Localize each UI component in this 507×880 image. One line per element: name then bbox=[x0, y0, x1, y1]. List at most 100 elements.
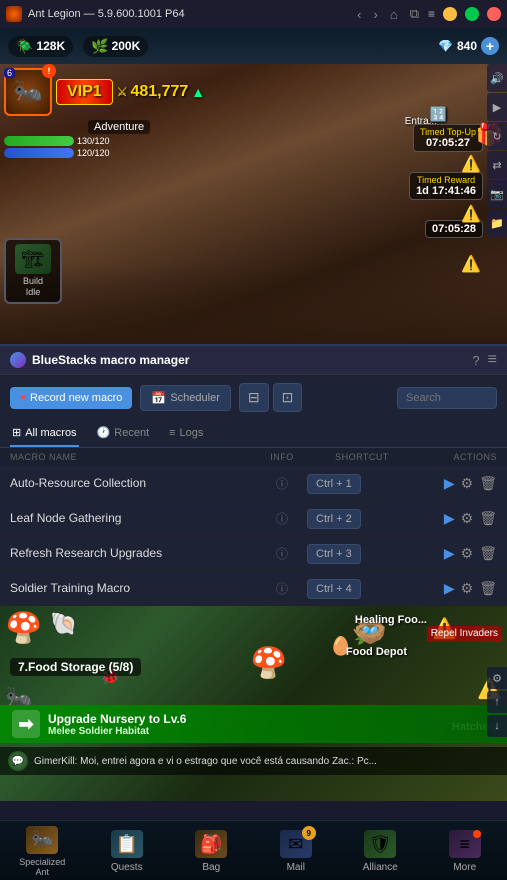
tab-all-macros[interactable]: ⊞ All macros bbox=[10, 420, 79, 447]
specialized-ant-icon: 🐜 bbox=[26, 826, 58, 854]
minimize-button[interactable] bbox=[443, 7, 457, 21]
leaf-icon: 🌿 bbox=[91, 38, 108, 55]
quests-icon: 📋 bbox=[111, 830, 143, 858]
upgrade-sub-label: Melee Soldier Habitat bbox=[48, 726, 186, 737]
macro-shortcut-3[interactable]: Ctrl + 4 bbox=[307, 579, 417, 597]
settings-gear-icon[interactable]: ⚙ bbox=[487, 667, 507, 689]
adventure-label[interactable]: Adventure bbox=[88, 120, 150, 134]
food-depot-label[interactable]: Food Depot bbox=[346, 646, 407, 658]
home-button[interactable]: ⌂ bbox=[387, 7, 401, 22]
chat-bar[interactable]: 💬 GimerKill: Moi, entrei agora e vi o es… bbox=[0, 747, 507, 775]
play-button-3[interactable]: ▶ bbox=[444, 580, 455, 597]
timer-misc-value: 07:05:28 bbox=[432, 223, 476, 235]
calendar-icon: 📅 bbox=[151, 391, 166, 405]
macro-name-2[interactable]: Refresh Research Upgrades bbox=[10, 546, 257, 560]
menu-button[interactable]: ≡ bbox=[428, 7, 435, 21]
delete-button-2[interactable]: 🗑 bbox=[479, 545, 497, 562]
macro-name-0[interactable]: Auto-Resource Collection bbox=[10, 476, 257, 490]
leaf-resource[interactable]: 🌿 200K bbox=[83, 36, 148, 57]
play-button-1[interactable]: ▶ bbox=[444, 510, 455, 527]
nav-item-specialized-ant[interactable]: 🐜 SpecializedAnt bbox=[0, 821, 85, 880]
chat-message: GimerKill: Moi, entrei agora e vi o estr… bbox=[34, 756, 377, 767]
settings-button-3[interactable]: ⚙ bbox=[461, 580, 474, 597]
macro-table-header: MACRO NAME INFO SHORTCUT ACTIONS bbox=[0, 448, 507, 466]
nav-label-specialized-ant: SpecializedAnt bbox=[19, 858, 65, 878]
diamond-resource[interactable]: 💎 840 + bbox=[438, 37, 499, 55]
macro-name-3[interactable]: Soldier Training Macro bbox=[10, 581, 257, 595]
record-new-macro-button[interactable]: ● Record new macro bbox=[10, 387, 132, 409]
back-button[interactable]: ‹ bbox=[354, 7, 364, 22]
nav-label-bag: Bag bbox=[202, 862, 220, 873]
nav-item-quests[interactable]: 📋 Quests bbox=[85, 821, 170, 880]
macro-tabs: ⊞ All macros 🕐 Recent ≡ Logs bbox=[0, 420, 507, 448]
delete-button-1[interactable]: 🗑 bbox=[479, 510, 497, 527]
macro-name-1[interactable]: Leaf Node Gathering bbox=[10, 511, 257, 525]
build-idle-button[interactable]: 🏗 BuildIdle bbox=[4, 238, 62, 304]
tab-recent[interactable]: 🕐 Recent bbox=[95, 420, 152, 447]
game-viewport-bottom[interactable]: 🍄 🐚 🪺 🥚 🐜 🐞 ⚠️ ⚠️ 🍄 Healing Foo... Food … bbox=[0, 606, 507, 801]
add-diamond-button[interactable]: + bbox=[481, 37, 499, 55]
play-button-2[interactable]: ▶ bbox=[444, 545, 455, 562]
repel-invaders-button[interactable]: Repel Invaders bbox=[427, 626, 502, 642]
healing-label[interactable]: Healing Foo... bbox=[355, 614, 427, 626]
arrow-down-icon[interactable]: ↓ bbox=[487, 715, 507, 737]
record-dot-icon: ● bbox=[20, 392, 26, 403]
nav-item-alliance[interactable]: 🛡 Alliance bbox=[338, 821, 423, 880]
camera-icon[interactable]: 📷 bbox=[487, 180, 507, 208]
folder-icon[interactable]: 📁 bbox=[487, 209, 507, 237]
upgrade-banner[interactable]: ➡ Upgrade Nursery to Lv.6 Melee Soldier … bbox=[0, 705, 507, 743]
gold-resource[interactable]: 🪲 128K bbox=[8, 36, 73, 57]
maximize-button[interactable] bbox=[465, 7, 479, 21]
side-right-icons: ⚙ ↑ ↓ bbox=[487, 667, 507, 737]
arrow-up-icon[interactable]: ↑ bbox=[487, 691, 507, 713]
scheduler-button[interactable]: 📅 Scheduler bbox=[140, 385, 231, 411]
timer-topup[interactable]: Timed Top-Up 07:05:27 bbox=[413, 124, 483, 152]
macro-search-input[interactable] bbox=[397, 387, 497, 409]
timer-reward[interactable]: Timed Reward 1d 17:41:46 bbox=[409, 172, 483, 200]
nav-item-bag[interactable]: 🎒 Bag bbox=[169, 821, 254, 880]
alert-icon-2: ⚠️ bbox=[461, 204, 481, 224]
macro-info-1[interactable]: ⓘ bbox=[257, 510, 307, 527]
app-icon bbox=[6, 6, 22, 22]
play-button-0[interactable]: ▶ bbox=[444, 475, 455, 492]
game-viewport-top[interactable]: 🐜 6 ! VIP1 ⚔ 481,777 ▲ Adventure 130/120… bbox=[0, 64, 507, 344]
import-button-2[interactable]: ⊡ bbox=[273, 383, 303, 412]
volume-icon[interactable]: 🔊 bbox=[487, 64, 507, 92]
import-button-1[interactable]: ⊟ bbox=[239, 383, 269, 412]
nav-item-mail[interactable]: ✉ 9 Mail bbox=[254, 821, 339, 880]
creature-icon: 🐚 bbox=[50, 611, 77, 637]
delete-button-3[interactable]: 🗑 bbox=[479, 580, 497, 597]
mail-badge: 9 bbox=[302, 826, 316, 840]
multi-window-button[interactable]: ⧉ bbox=[407, 6, 422, 22]
settings-button-2[interactable]: ⚙ bbox=[461, 545, 474, 562]
vip-area[interactable]: 🐜 6 ! VIP1 ⚔ 481,777 ▲ bbox=[4, 68, 205, 116]
macro-menu-icon[interactable]: ≡ bbox=[488, 352, 497, 368]
settings-button-0[interactable]: ⚙ bbox=[461, 475, 474, 492]
macro-shortcut-1[interactable]: Ctrl + 2 bbox=[307, 509, 417, 527]
alert-icon-1: ⚠️ bbox=[461, 154, 481, 174]
macro-shortcut-2[interactable]: Ctrl + 3 bbox=[307, 544, 417, 562]
chat-avatar: 💬 bbox=[8, 751, 28, 771]
col-info: INFO bbox=[257, 452, 307, 462]
macro-row: Auto-Resource Collection ⓘ Ctrl + 1 ▶ ⚙ … bbox=[0, 466, 507, 501]
macro-info-2[interactable]: ⓘ bbox=[257, 545, 307, 562]
build-label: BuildIdle bbox=[23, 276, 43, 298]
vip-banner[interactable]: VIP1 bbox=[56, 79, 113, 105]
tab-logs[interactable]: ≡ Logs bbox=[167, 420, 205, 447]
macro-info-0[interactable]: ⓘ bbox=[257, 475, 307, 492]
help-icon[interactable]: ? bbox=[472, 353, 479, 368]
delete-button-0[interactable]: 🗑 bbox=[479, 475, 497, 492]
forward-button[interactable]: › bbox=[370, 7, 380, 22]
import-buttons: ⊟ ⊡ bbox=[239, 383, 302, 412]
player-avatar[interactable]: 🐜 6 ! bbox=[4, 68, 52, 116]
settings-button-1[interactable]: ⚙ bbox=[461, 510, 474, 527]
macro-info-3[interactable]: ⓘ bbox=[257, 580, 307, 597]
sync-icon[interactable]: ⇄ bbox=[487, 151, 507, 179]
nav-item-more[interactable]: ≡ More bbox=[423, 821, 507, 880]
macro-shortcut-0[interactable]: Ctrl + 1 bbox=[307, 474, 417, 492]
play-icon[interactable]: ▶ bbox=[487, 93, 507, 121]
rotate-icon[interactable]: ↻ bbox=[487, 122, 507, 150]
close-button[interactable] bbox=[487, 7, 501, 21]
food-storage-label[interactable]: 7.Food Storage (5/8) bbox=[10, 658, 141, 676]
player-level: 6 bbox=[4, 68, 15, 78]
